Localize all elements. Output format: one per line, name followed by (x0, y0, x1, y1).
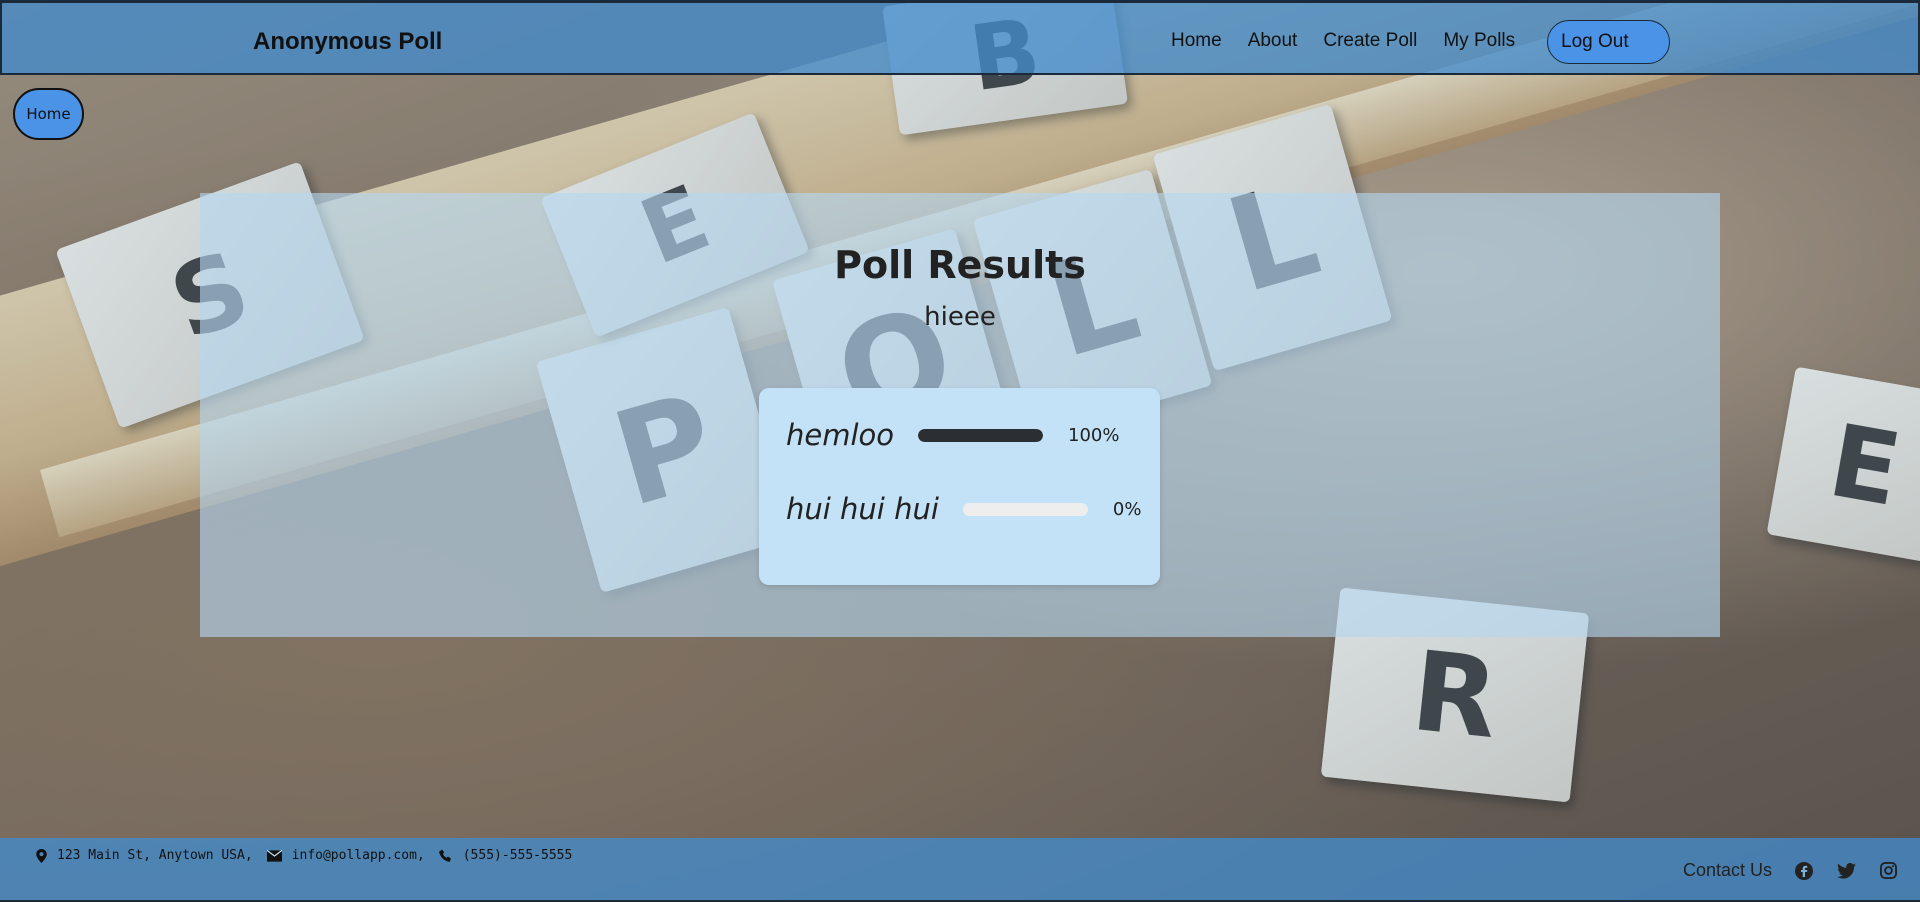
result-row: hemloo 100% (786, 418, 1119, 452)
result-bar-fill (918, 428, 1044, 442)
contact-info: 123 Main St, Anytown USA, info@pollapp.c… (36, 848, 572, 863)
navbar: Anonymous Poll Home About Create Poll My… (0, 0, 1920, 75)
option-percent: 100% (1068, 424, 1120, 446)
nav-create-poll-link[interactable]: Create Poll (1323, 30, 1417, 52)
brand-title[interactable]: Anonymous Poll (253, 28, 442, 56)
facebook-icon[interactable] (1794, 861, 1814, 881)
phone-icon (438, 848, 451, 862)
contact-us-link[interactable]: Contact Us (1683, 860, 1772, 881)
nav-links: Home About Create Poll My Polls (1171, 30, 1515, 52)
option-percent: 0% (1112, 498, 1142, 520)
page-title: Poll Results (834, 243, 1086, 287)
result-row: hui hui hui 0% (786, 492, 1141, 526)
footer-links: Contact Us (1683, 860, 1898, 881)
address-text: 123 Main St, Anytown USA, (57, 848, 253, 863)
twitter-icon[interactable] (1836, 861, 1856, 881)
poll-question: hieee (924, 302, 996, 332)
email-text[interactable]: info@pollapp.com, (292, 848, 425, 863)
nav-about-link[interactable]: About (1248, 30, 1298, 52)
home-button[interactable]: Home (13, 88, 84, 140)
result-bar (962, 502, 1088, 516)
instagram-icon[interactable] (1878, 861, 1898, 881)
results-card: hemloo 100% hui hui hui 0% (759, 388, 1160, 585)
option-name: hui hui hui (786, 492, 939, 526)
option-name: hemloo (786, 418, 895, 452)
nav-my-polls-link[interactable]: My Polls (1443, 30, 1515, 52)
phone-text[interactable]: (555)-555-5555 (463, 848, 573, 863)
logout-button[interactable]: Log Out (1547, 20, 1670, 64)
envelope-icon (266, 849, 282, 862)
map-marker-icon (36, 848, 47, 863)
results-panel: Poll Results hieee hemloo 100% hui hui h… (200, 193, 1720, 637)
footer: 123 Main St, Anytown USA, info@pollapp.c… (0, 838, 1920, 902)
result-bar (918, 428, 1044, 442)
nav-home-link[interactable]: Home (1171, 30, 1222, 52)
